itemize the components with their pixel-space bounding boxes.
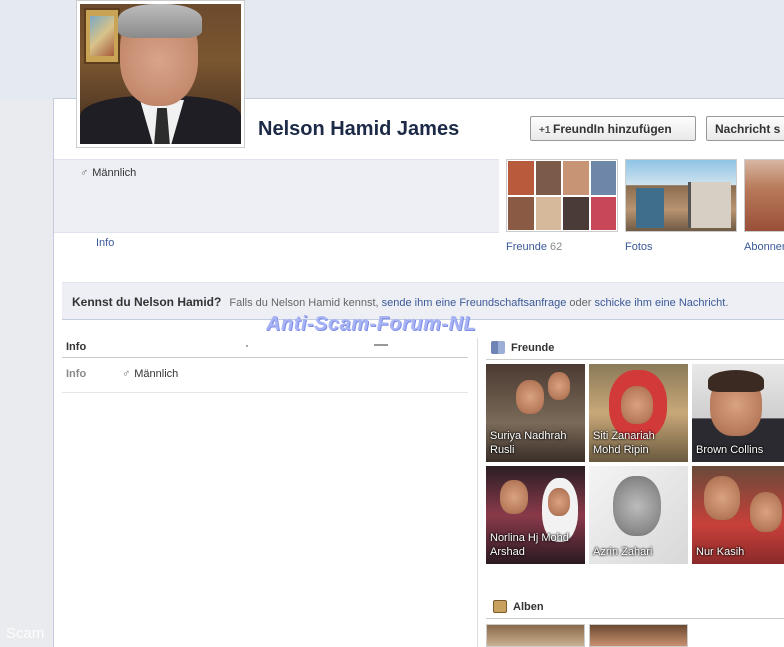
friends-thumbnail[interactable] xyxy=(506,159,618,232)
message-button[interactable]: Nachricht s xyxy=(706,116,784,141)
side-watermark: Scam xyxy=(6,625,45,642)
tab-info[interactable]: Info xyxy=(96,237,114,249)
friend-mini xyxy=(562,160,590,196)
edit-dash-icon xyxy=(374,344,388,346)
profile-name: Nelson Hamid James xyxy=(258,118,460,140)
add-friend-label: FreundIn hinzufügen xyxy=(553,122,672,136)
friend-tile[interactable]: Nur Kasih xyxy=(692,466,784,564)
photos-link[interactable]: Fotos xyxy=(625,241,653,253)
info-row-value: ♂ Männlich xyxy=(122,368,178,380)
friend-photo xyxy=(621,386,653,424)
know-text-prefix: Falls du Nelson Hamid kennst, xyxy=(229,297,379,309)
profile-photo xyxy=(80,4,241,144)
albums-section-title[interactable]: Alben xyxy=(513,601,544,613)
know-title: Kennst du Nelson Hamid? xyxy=(72,295,222,309)
friend-photo xyxy=(500,480,528,514)
friends-icon xyxy=(491,341,505,354)
friend-photo xyxy=(548,488,570,516)
message-label: Nachricht s xyxy=(715,122,781,136)
male-icon: ♂ xyxy=(122,368,131,380)
background-painting xyxy=(84,8,120,64)
subscribers-thumbnail[interactable] xyxy=(744,159,784,232)
albums-icon xyxy=(493,600,507,613)
add-friend-button[interactable]: +1 FreundIn hinzufügen xyxy=(530,116,696,141)
friend-tile[interactable]: Brown Collins xyxy=(692,364,784,462)
friend-photo xyxy=(708,370,764,392)
info-row-label: Info xyxy=(66,368,87,380)
friend-tile[interactable]: Suriya Nadhrah Rusli xyxy=(486,364,585,462)
know-text-end: . xyxy=(725,297,729,309)
friend-name: Azrin Zahari xyxy=(593,546,653,558)
send-message-link[interactable]: schicke ihm eine Nachricht xyxy=(594,297,725,309)
male-icon: ♂ xyxy=(80,167,89,179)
friend-name: Norlina Hj Mohd Arshad xyxy=(490,532,569,558)
divider-dot xyxy=(246,345,248,347)
friend-photo xyxy=(548,372,570,400)
friend-mini xyxy=(507,160,535,196)
friends-count: 62 xyxy=(550,241,563,253)
column-divider xyxy=(477,338,478,647)
add-friend-icon: +1 xyxy=(539,125,551,136)
send-friend-request-link[interactable]: sende ihm eine Freundschaftsanfrage xyxy=(382,297,567,309)
friend-mini xyxy=(589,160,617,196)
watermark: Anti-Scam-Forum-NL xyxy=(266,313,477,335)
friend-mini xyxy=(534,160,562,196)
friend-tile[interactable]: Norlina Hj Mohd Arshad xyxy=(486,466,585,564)
hair xyxy=(118,4,202,38)
album-thumbnail[interactable] xyxy=(486,624,585,647)
info-section-header xyxy=(62,338,468,358)
friend-tile[interactable]: Azrin Zahari xyxy=(589,466,688,564)
friend-photo xyxy=(613,476,661,536)
photos-thumbnail[interactable] xyxy=(625,159,737,232)
friend-mini xyxy=(589,195,617,231)
subscribers-link[interactable]: Abonnen xyxy=(744,241,784,253)
friend-name: Suriya Nadhrah Rusli xyxy=(490,430,567,456)
profile-picture[interactable] xyxy=(76,0,245,148)
friend-photo xyxy=(750,492,782,532)
friend-mini xyxy=(562,195,590,231)
friend-mini xyxy=(534,195,562,231)
friends-link[interactable]: Freunde 62 xyxy=(506,241,562,253)
friends-section-title[interactable]: Freunde xyxy=(511,342,554,354)
friends-label: Freunde xyxy=(506,241,547,253)
gender-value: Männlich xyxy=(134,368,179,380)
friend-photo xyxy=(516,380,544,414)
friend-name: Nur Kasih xyxy=(696,546,745,558)
divider xyxy=(62,392,468,393)
gender-info: ♂ Männlich xyxy=(80,167,136,179)
friend-name: Brown Collins xyxy=(696,444,764,456)
friend-name: Siti Zanariah Mohd Ripin xyxy=(593,430,655,456)
info-section-title: Info xyxy=(66,341,87,353)
friend-tile[interactable]: Siti Zanariah Mohd Ripin xyxy=(589,364,688,462)
know-text-or: oder xyxy=(569,297,592,309)
friend-mini xyxy=(507,195,535,231)
friend-photo xyxy=(704,476,740,520)
gender-value: Männlich xyxy=(92,167,137,179)
album-thumbnail[interactable] xyxy=(589,624,688,647)
